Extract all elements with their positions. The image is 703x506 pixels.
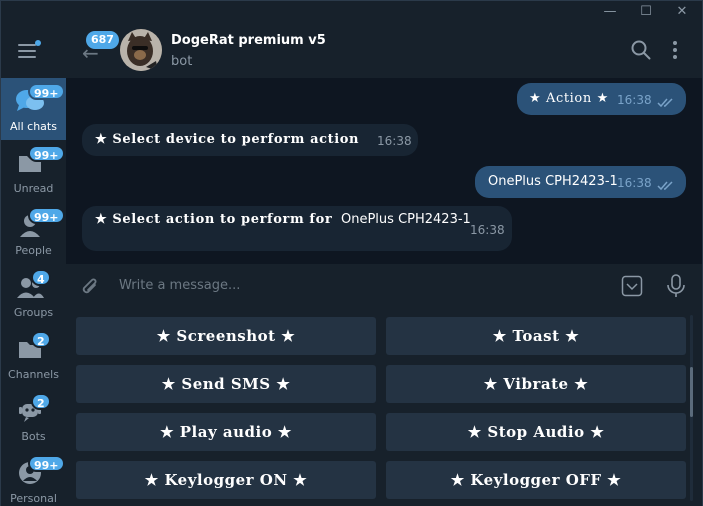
message-text: ★ Select device to perform action [95,132,360,147]
keyboard-button-vibrate[interactable]: ★ Vibrate ★ [386,365,686,403]
double-check-icon [657,98,673,108]
sidebar-item-unread[interactable]: 99+ Unread [1,140,66,202]
minimize-icon[interactable]: — [596,3,624,21]
unread-badge: 2 [31,393,51,410]
unread-badge: 4 [31,269,51,286]
message-time: 16:38 [617,93,652,107]
message-text: ★ Action ★ [529,91,609,106]
unread-count-badge: 687 [86,31,119,49]
message-bubble-outgoing[interactable]: ★ Action ★ 16:38 [517,83,686,115]
microphone-icon[interactable] [666,274,686,298]
message-time: 16:38 [470,223,505,237]
sidebar-item-label: Unread [13,182,54,195]
unread-badge: 99+ [28,455,65,472]
sidebar-item-people[interactable]: 99+ People [1,202,66,264]
message-time: 16:38 [377,134,412,148]
scrollbar-thumb[interactable] [690,367,693,417]
close-icon[interactable]: ✕ [668,3,696,21]
message-bubble-outgoing[interactable]: OnePlus CPH2423-1 16:38 [475,166,686,198]
unread-badge: 99+ [28,83,65,100]
sidebar-item-label: Channels [8,368,59,381]
keyboard-button-play-audio[interactable]: ★ Play audio ★ [76,413,376,451]
unread-badge: 99+ [28,207,65,224]
sidebar-item-label: Personal [10,492,57,505]
keyboard-button-stop-audio[interactable]: ★ Stop Audio ★ [386,413,686,451]
sidebar-item-label: Groups [13,306,54,319]
message-bubble-incoming[interactable]: ★ Select device to perform action 16:38 [82,124,418,156]
folder-sidebar: 99+ All chats 99+ Unread 99+ People 4 Gr… [1,23,66,506]
bot-keyboard-icon[interactable] [621,275,643,297]
attach-icon[interactable] [80,276,100,298]
message-text: ★ Select action to perform for [95,212,333,227]
keyboard-button-screenshot[interactable]: ★ Screenshot ★ [76,317,376,355]
chat-header: ← 687 DogeRat premium v5 bot [66,23,702,78]
message-input[interactable]: Write a message... [119,278,240,293]
message-bubble-incoming[interactable]: ★ Select action to perform for OnePlus C… [82,206,512,251]
sidebar-item-label: Bots [21,430,46,443]
doge-avatar-icon [120,29,162,71]
unread-badge: 2 [31,331,51,348]
unread-badge: 99+ [28,145,65,162]
message-text-device: OnePlus CPH2423-1 [341,212,471,227]
title-bar: — ☐ ✕ [1,1,702,23]
sidebar-item-groups[interactable]: 4 Groups [1,264,66,326]
sidebar-item-personal[interactable]: 99+ Personal [1,450,66,506]
message-time: 16:38 [617,176,652,190]
sidebar-item-all-chats[interactable]: 99+ All chats [1,78,66,140]
bot-reply-keyboard: ★ Screenshot ★ ★ Toast ★ ★ Send SMS ★ ★ … [66,309,702,506]
keyboard-button-toast[interactable]: ★ Toast ★ [386,317,686,355]
search-icon[interactable] [630,39,652,61]
sidebar-item-channels[interactable]: 2 Channels [1,326,66,388]
sidebar-item-label: People [15,244,52,257]
message-text: OnePlus CPH2423-1 [488,174,618,189]
message-composer: Write a message... [66,263,702,309]
chat-status: bot [171,54,193,69]
maximize-icon[interactable]: ☐ [632,3,660,21]
sidebar-item-bots[interactable]: 2 Bots [1,388,66,450]
telegram-window: — ☐ ✕ 99+ All chats 99+ Unread 99+ Peopl… [0,0,703,506]
menu-icon[interactable] [18,40,41,59]
sidebar-item-label: All chats [10,120,57,133]
more-vertical-icon[interactable] [664,39,686,61]
double-check-icon [657,181,673,191]
keyboard-button-send-sms[interactable]: ★ Send SMS ★ [76,365,376,403]
chat-title: DogeRat premium v5 [171,33,326,48]
keyboard-button-keylogger-off[interactable]: ★ Keylogger OFF ★ [386,461,686,499]
message-list: ★ Action ★ 16:38 ★ Select device to perf… [66,78,702,263]
keyboard-button-keylogger-on[interactable]: ★ Keylogger ON ★ [76,461,376,499]
avatar[interactable] [120,29,162,71]
